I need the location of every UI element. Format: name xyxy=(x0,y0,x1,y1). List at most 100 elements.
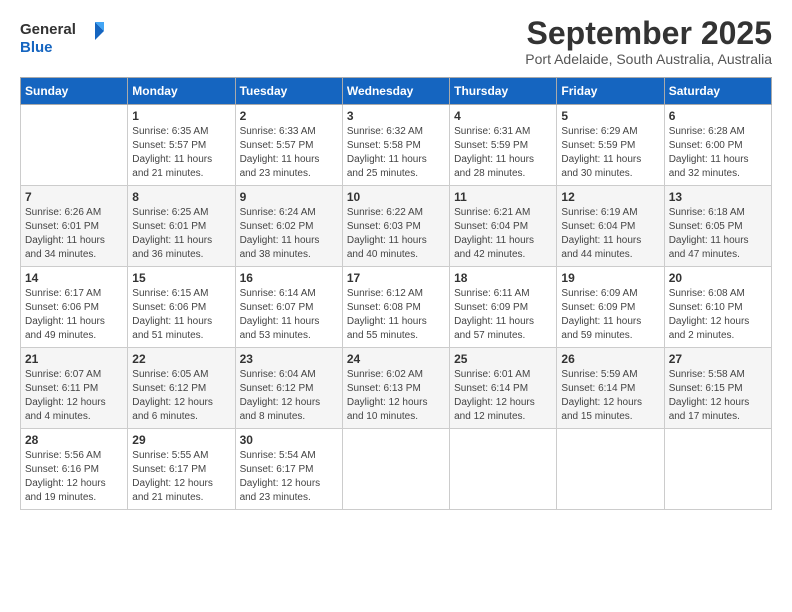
calendar-week-row: 1 Sunrise: 6:35 AMSunset: 5:57 PMDaylight… xyxy=(21,105,772,186)
day-number: 7 xyxy=(25,190,123,204)
day-number: 29 xyxy=(132,433,230,447)
day-info: Sunrise: 5:58 AMSunset: 6:15 PMDaylight:… xyxy=(669,368,767,424)
calendar-table: SundayMondayTuesdayWednesdayThursdayFrid… xyxy=(20,77,772,510)
day-info: Sunrise: 6:35 AMSunset: 5:57 PMDaylight:… xyxy=(132,125,230,181)
calendar-cell: 13 Sunrise: 6:18 AMSunset: 6:05 PMDayligh… xyxy=(664,186,771,267)
calendar-cell: 11Sunrise: 6:21 AMSunset: 6:04 PMDayligh… xyxy=(450,186,557,267)
weekday-header: Wednesday xyxy=(342,78,449,105)
weekday-header-row: SundayMondayTuesdayWednesdayThursdayFrid… xyxy=(21,78,772,105)
calendar-cell: 26 Sunrise: 5:59 AMSunset: 6:14 PMDayligh… xyxy=(557,348,664,429)
weekday-header: Monday xyxy=(128,78,235,105)
day-info: Sunrise: 6:17 AMSunset: 6:06 PMDaylight:… xyxy=(25,287,123,343)
day-number: 18 xyxy=(454,271,552,285)
day-number: 8 xyxy=(132,190,230,204)
svg-text:General: General xyxy=(20,21,76,38)
calendar-week-row: 28 Sunrise: 5:56 AMSunset: 6:16 PMDayligh… xyxy=(21,429,772,510)
day-number: 5 xyxy=(561,109,659,123)
day-info: Sunrise: 5:54 AMSunset: 6:17 PMDaylight:… xyxy=(240,449,338,505)
calendar-cell: 25 Sunrise: 6:01 AMSunset: 6:14 PMDayligh… xyxy=(450,348,557,429)
day-info: Sunrise: 6:25 AMSunset: 6:01 PMDaylight:… xyxy=(132,206,230,262)
day-number: 12 xyxy=(561,190,659,204)
calendar-cell: 21Sunrise: 6:07 AMSunset: 6:11 PMDayligh… xyxy=(21,348,128,429)
calendar-cell: 8 Sunrise: 6:25 AMSunset: 6:01 PMDaylight… xyxy=(128,186,235,267)
day-info: Sunrise: 6:15 AMSunset: 6:06 PMDaylight:… xyxy=(132,287,230,343)
day-number: 21 xyxy=(25,352,123,366)
day-info: Sunrise: 6:01 AMSunset: 6:14 PMDaylight:… xyxy=(454,368,552,424)
weekday-header: Sunday xyxy=(21,78,128,105)
calendar-week-row: 14 Sunrise: 6:17 AMSunset: 6:06 PMDayligh… xyxy=(21,267,772,348)
day-number: 23 xyxy=(240,352,338,366)
day-number: 13 xyxy=(669,190,767,204)
day-info: Sunrise: 6:19 AMSunset: 6:04 PMDaylight:… xyxy=(561,206,659,262)
calendar-cell: 5 Sunrise: 6:29 AMSunset: 5:59 PMDaylight… xyxy=(557,105,664,186)
day-number: 1 xyxy=(132,109,230,123)
weekday-header: Thursday xyxy=(450,78,557,105)
calendar-cell xyxy=(664,429,771,510)
day-number: 3 xyxy=(347,109,445,123)
day-number: 15 xyxy=(132,271,230,285)
day-info: Sunrise: 6:29 AMSunset: 5:59 PMDaylight:… xyxy=(561,125,659,181)
weekday-header: Saturday xyxy=(664,78,771,105)
weekday-header: Tuesday xyxy=(235,78,342,105)
day-info: Sunrise: 5:56 AMSunset: 6:16 PMDaylight:… xyxy=(25,449,123,505)
calendar-cell: 1 Sunrise: 6:35 AMSunset: 5:57 PMDaylight… xyxy=(128,105,235,186)
calendar-cell: 14 Sunrise: 6:17 AMSunset: 6:06 PMDayligh… xyxy=(21,267,128,348)
day-info: Sunrise: 5:59 AMSunset: 6:14 PMDaylight:… xyxy=(561,368,659,424)
month-title: September 2025 xyxy=(525,16,772,51)
day-info: Sunrise: 6:24 AMSunset: 6:02 PMDaylight:… xyxy=(240,206,338,262)
day-info: Sunrise: 6:31 AMSunset: 5:59 PMDaylight:… xyxy=(454,125,552,181)
calendar-cell: 29 Sunrise: 5:55 AMSunset: 6:17 PMDayligh… xyxy=(128,429,235,510)
day-info: Sunrise: 6:04 AMSunset: 6:12 PMDaylight:… xyxy=(240,368,338,424)
day-number: 30 xyxy=(240,433,338,447)
calendar-cell: 4 Sunrise: 6:31 AMSunset: 5:59 PMDaylight… xyxy=(450,105,557,186)
day-number: 14 xyxy=(25,271,123,285)
day-number: 9 xyxy=(240,190,338,204)
calendar-cell: 7 Sunrise: 6:26 AMSunset: 6:01 PMDaylight… xyxy=(21,186,128,267)
calendar-cell: 20Sunrise: 6:08 AMSunset: 6:10 PMDayligh… xyxy=(664,267,771,348)
day-info: Sunrise: 6:22 AMSunset: 6:03 PMDaylight:… xyxy=(347,206,445,262)
day-info: Sunrise: 6:08 AMSunset: 6:10 PMDaylight:… xyxy=(669,287,767,343)
day-info: Sunrise: 6:26 AMSunset: 6:01 PMDaylight:… xyxy=(25,206,123,262)
day-info: Sunrise: 6:12 AMSunset: 6:08 PMDaylight:… xyxy=(347,287,445,343)
day-info: Sunrise: 6:21 AMSunset: 6:04 PMDaylight:… xyxy=(454,206,552,262)
calendar-week-row: 7 Sunrise: 6:26 AMSunset: 6:01 PMDaylight… xyxy=(21,186,772,267)
calendar-cell: 3 Sunrise: 6:32 AMSunset: 5:58 PMDaylight… xyxy=(342,105,449,186)
day-info: Sunrise: 6:18 AMSunset: 6:05 PMDaylight:… xyxy=(669,206,767,262)
day-number: 6 xyxy=(669,109,767,123)
day-number: 17 xyxy=(347,271,445,285)
calendar-week-row: 21Sunrise: 6:07 AMSunset: 6:11 PMDayligh… xyxy=(21,348,772,429)
weekday-header: Friday xyxy=(557,78,664,105)
calendar-cell xyxy=(450,429,557,510)
calendar-cell: 6Sunrise: 6:28 AMSunset: 6:00 PMDaylight… xyxy=(664,105,771,186)
logo: General Blue xyxy=(20,16,110,63)
day-number: 27 xyxy=(669,352,767,366)
calendar-cell: 22 Sunrise: 6:05 AMSunset: 6:12 PMDayligh… xyxy=(128,348,235,429)
day-info: Sunrise: 6:05 AMSunset: 6:12 PMDaylight:… xyxy=(132,368,230,424)
calendar-cell: 17 Sunrise: 6:12 AMSunset: 6:08 PMDayligh… xyxy=(342,267,449,348)
day-info: Sunrise: 6:09 AMSunset: 6:09 PMDaylight:… xyxy=(561,287,659,343)
calendar-cell: 24Sunrise: 6:02 AMSunset: 6:13 PMDayligh… xyxy=(342,348,449,429)
calendar-cell xyxy=(21,105,128,186)
day-info: Sunrise: 5:55 AMSunset: 6:17 PMDaylight:… xyxy=(132,449,230,505)
calendar-cell: 19Sunrise: 6:09 AMSunset: 6:09 PMDayligh… xyxy=(557,267,664,348)
day-info: Sunrise: 6:33 AMSunset: 5:57 PMDaylight:… xyxy=(240,125,338,181)
calendar-cell: 15 Sunrise: 6:15 AMSunset: 6:06 PMDayligh… xyxy=(128,267,235,348)
calendar-cell: 23 Sunrise: 6:04 AMSunset: 6:12 PMDayligh… xyxy=(235,348,342,429)
calendar-cell: 2Sunrise: 6:33 AMSunset: 5:57 PMDaylight… xyxy=(235,105,342,186)
day-info: Sunrise: 6:32 AMSunset: 5:58 PMDaylight:… xyxy=(347,125,445,181)
day-number: 22 xyxy=(132,352,230,366)
calendar-cell xyxy=(557,429,664,510)
day-number: 26 xyxy=(561,352,659,366)
day-number: 10 xyxy=(347,190,445,204)
logo-text: General Blue xyxy=(20,16,110,63)
day-info: Sunrise: 6:14 AMSunset: 6:07 PMDaylight:… xyxy=(240,287,338,343)
calendar-cell: 12 Sunrise: 6:19 AMSunset: 6:04 PMDayligh… xyxy=(557,186,664,267)
day-number: 25 xyxy=(454,352,552,366)
day-number: 28 xyxy=(25,433,123,447)
day-info: Sunrise: 6:11 AMSunset: 6:09 PMDaylight:… xyxy=(454,287,552,343)
calendar-cell: 9 Sunrise: 6:24 AMSunset: 6:02 PMDaylight… xyxy=(235,186,342,267)
page-header: General Blue September 2025 Port Adelaid… xyxy=(20,16,772,67)
svg-text:Blue: Blue xyxy=(20,39,53,56)
day-number: 4 xyxy=(454,109,552,123)
calendar-cell: 16Sunrise: 6:14 AMSunset: 6:07 PMDayligh… xyxy=(235,267,342,348)
